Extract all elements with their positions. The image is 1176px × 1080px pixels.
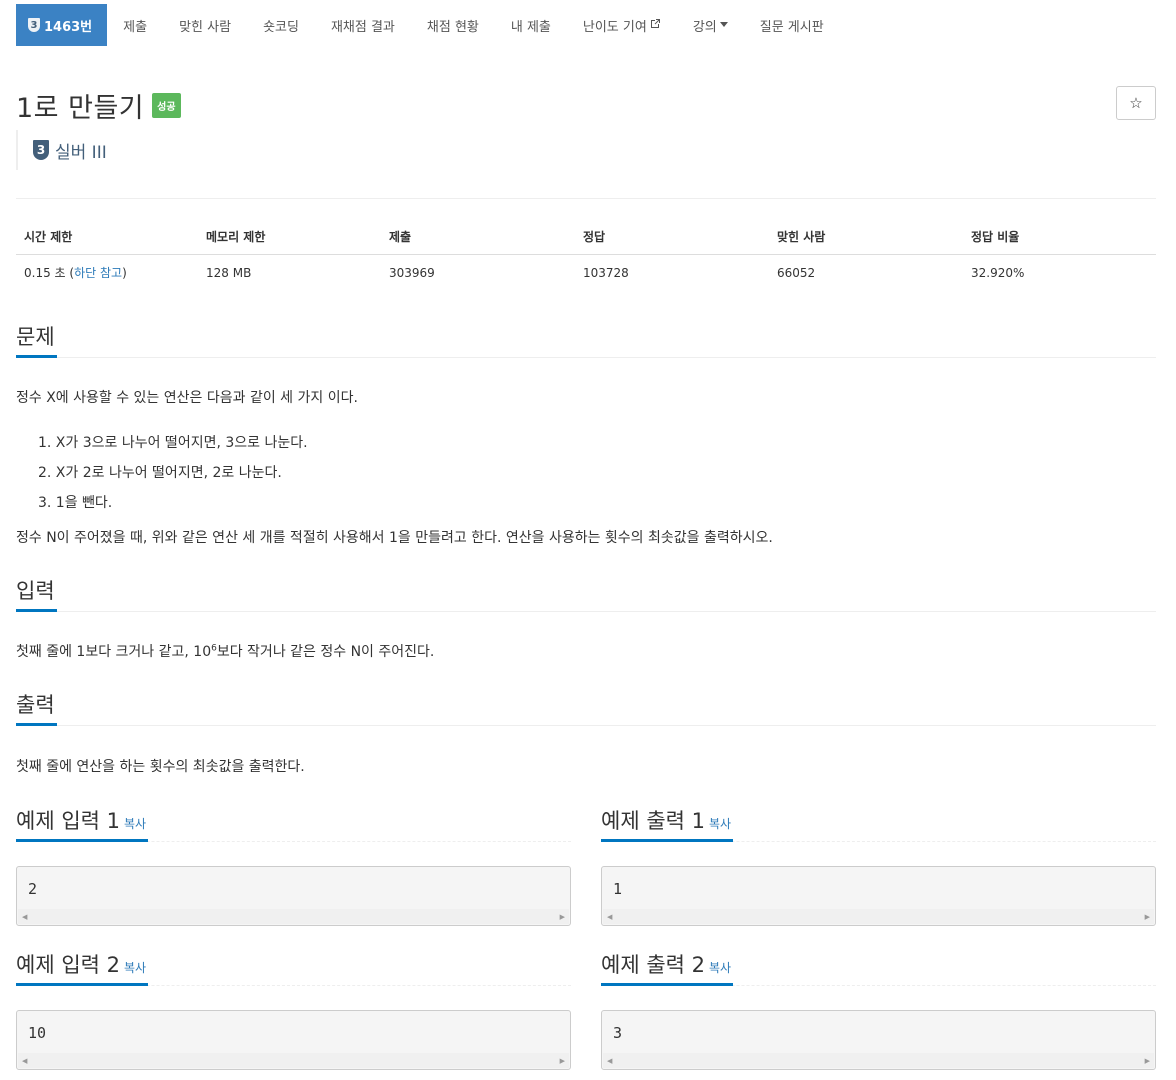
time-limit-value: 0.15 초 [24, 266, 70, 280]
table-row: 0.15 초 (하단 참고) 128 MB 303969 103728 6605… [16, 255, 1156, 291]
sample-input-1-box[interactable]: 2 ◀ ▶ [16, 866, 571, 926]
description-intro: 정수 X에 사용할 수 있는 연산은 다음과 같이 세 가지 이다. [16, 390, 358, 406]
sample-input-2-header: 예제 입력 2 복사 [16, 950, 571, 986]
time-note-link[interactable]: 하단 참고 [74, 266, 122, 280]
problem-title: 1로 만들기 [16, 93, 145, 124]
sample-input-2-title: 예제 입력 2 복사 [16, 950, 149, 986]
scroll-left-icon[interactable]: ◀ [22, 913, 27, 921]
tier-label[interactable]: 실버 III [55, 138, 107, 163]
tab-lectures-label: 강의 [692, 19, 717, 35]
tab-lectures-dropdown[interactable]: 강의 [677, 4, 744, 46]
solvers-value: 66052 [777, 265, 816, 280]
problem-title-row: 1로 만들기 성공 [16, 86, 181, 125]
sample-output-1-header: 예제 출력 1 복사 [601, 806, 1156, 842]
sample-output-1-title: 예제 출력 1 복사 [601, 806, 734, 842]
col-accepted: 정답 [575, 222, 769, 255]
favorite-star-button[interactable]: ☆ [1116, 86, 1156, 120]
tab-short-coding[interactable]: 숏코딩 [247, 4, 315, 46]
divider [16, 198, 1156, 199]
status-badge: 성공 [152, 93, 181, 118]
sample-output-1-content: 1 [613, 880, 623, 898]
scroll-left-icon[interactable]: ◀ [607, 913, 612, 921]
tab-my-submissions[interactable]: 내 제출 [495, 4, 567, 46]
tab-difficulty-contribution[interactable]: 난이도 기여 [567, 4, 677, 46]
ratio-value: 32.920% [971, 265, 1025, 280]
copy-button[interactable]: 복사 [124, 817, 146, 831]
sample-input-1-label: 예제 입력 1 [16, 809, 120, 833]
sample-output-1-label: 예제 출력 1 [601, 809, 705, 833]
sample-output-1-box[interactable]: 1 ◀ ▶ [601, 866, 1156, 926]
input-description: 첫째 줄에 1보다 크거나 같고, 106보다 작거나 같은 정수 N이 주어진… [16, 642, 434, 662]
accepted-value: 103728 [583, 265, 629, 280]
tier-info: 3 실버 III [16, 130, 107, 170]
time-limit-cell: 0.15 초 (하단 참고) [16, 255, 198, 291]
sample-input-2-content: 10 [28, 1024, 47, 1042]
caret-down-icon [719, 20, 728, 30]
paren-close: ) [122, 266, 127, 280]
tab-solvers[interactable]: 맞힌 사람 [163, 4, 247, 46]
section-output-header: 출력 [16, 690, 1156, 726]
sample-output-2-header: 예제 출력 2 복사 [601, 950, 1156, 986]
section-description-header: 문제 [16, 322, 1156, 358]
tier-badge-icon: 3 [28, 18, 40, 32]
horizontal-scrollbar[interactable]: ◀ ▶ [603, 909, 1154, 924]
horizontal-scrollbar[interactable]: ◀ ▶ [18, 909, 569, 924]
section-input-title: 입력 [16, 576, 57, 612]
scroll-right-icon[interactable]: ▶ [560, 913, 565, 921]
sample-input-1-title: 예제 입력 1 복사 [16, 806, 149, 842]
sample-output-2-box[interactable]: 3 ◀ ▶ [601, 1010, 1156, 1070]
input-text-before: 첫째 줄에 1보다 크거나 같고, 10 [16, 644, 212, 660]
scroll-right-icon[interactable]: ▶ [560, 1057, 565, 1065]
submissions-value: 303969 [389, 265, 435, 280]
tab-difficulty-label: 난이도 기여 [582, 19, 647, 35]
section-input-header: 입력 [16, 576, 1156, 612]
external-link-icon [650, 18, 661, 32]
section-description-title: 문제 [16, 322, 57, 358]
list-item: 2. X가 2로 나누어 떨어지면, 2로 나눈다. [38, 465, 282, 481]
tab-submit[interactable]: 제출 [107, 4, 163, 46]
sample-output-2-content: 3 [613, 1024, 623, 1042]
col-submissions: 제출 [381, 222, 575, 255]
horizontal-scrollbar[interactable]: ◀ ▶ [18, 1053, 569, 1068]
col-ratio: 정답 비율 [963, 222, 1156, 255]
output-description: 첫째 줄에 연산을 하는 횟수의 최솟값을 출력한다. [16, 759, 305, 775]
description-outro: 정수 N이 주어졌을 때, 위와 같은 연산 세 개를 적절히 사용해서 1을 … [16, 530, 773, 546]
col-solvers: 맞힌 사람 [769, 222, 963, 255]
scroll-left-icon[interactable]: ◀ [607, 1057, 612, 1065]
star-icon: ☆ [1129, 94, 1143, 112]
col-time-limit: 시간 제한 [16, 222, 198, 255]
col-memory-limit: 메모리 제한 [198, 222, 381, 255]
sample-output-2-label: 예제 출력 2 [601, 953, 705, 977]
input-text-after: 보다 작거나 같은 정수 N이 주어진다. [216, 644, 435, 660]
list-item: 3. 1을 뺀다. [38, 495, 113, 511]
scroll-right-icon[interactable]: ▶ [1145, 913, 1150, 921]
sample-input-1-content: 2 [28, 880, 38, 898]
list-item: 1. X가 3으로 나누어 떨어지면, 3으로 나눈다. [38, 435, 308, 451]
horizontal-scrollbar[interactable]: ◀ ▶ [603, 1053, 1154, 1068]
memory-limit-value: 128 MB [206, 265, 252, 280]
tab-problem-label: 1463번 [44, 19, 93, 35]
copy-button[interactable]: 복사 [709, 817, 731, 831]
scroll-left-icon[interactable]: ◀ [22, 1057, 27, 1065]
sample-input-2-label: 예제 입력 2 [16, 953, 120, 977]
scroll-right-icon[interactable]: ▶ [1145, 1057, 1150, 1065]
sample-input-2-box[interactable]: 10 ◀ ▶ [16, 1010, 571, 1070]
operation-list: 1. X가 3으로 나누어 떨어지면, 3으로 나눈다. 2. X가 2로 나누… [38, 428, 308, 518]
tab-problem[interactable]: 3 1463번 [16, 4, 108, 46]
copy-button[interactable]: 복사 [709, 961, 731, 975]
sample-output-2-title: 예제 출력 2 복사 [601, 950, 734, 986]
tab-question-board[interactable]: 질문 게시판 [744, 4, 840, 46]
problem-nav-tabs: 3 1463번 제출 맞힌 사람 숏코딩 재채점 결과 채점 현황 내 제출 난… [16, 4, 840, 46]
silver-tier-icon: 3 [33, 140, 49, 160]
copy-button[interactable]: 복사 [124, 961, 146, 975]
section-output-title: 출력 [16, 690, 57, 726]
tab-judge-status[interactable]: 채점 현황 [411, 4, 495, 46]
problem-info-table: 시간 제한 메모리 제한 제출 정답 맞힌 사람 정답 비율 0.15 초 (하… [16, 222, 1156, 290]
tab-rejudge-results[interactable]: 재채점 결과 [315, 4, 411, 46]
table-header-row: 시간 제한 메모리 제한 제출 정답 맞힌 사람 정답 비율 [16, 222, 1156, 255]
sample-input-1-header: 예제 입력 1 복사 [16, 806, 571, 842]
